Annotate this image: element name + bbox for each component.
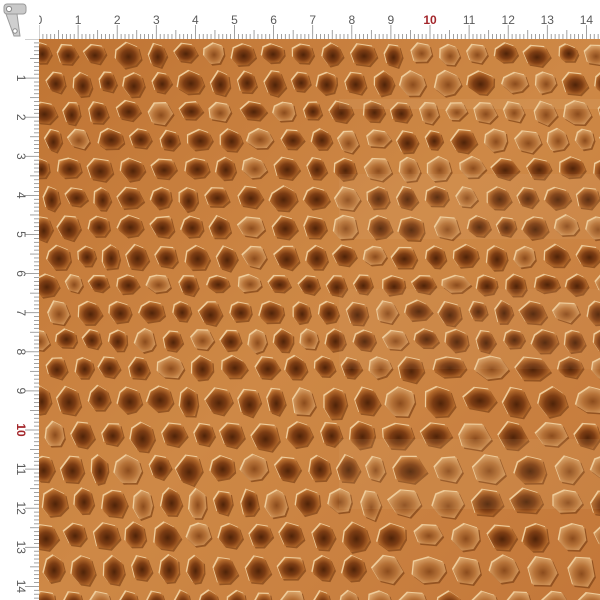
top-ruler-label: 13 [541, 13, 555, 27]
left-ruler-label: 1 [14, 75, 28, 82]
top-ruler-label: 6 [270, 13, 277, 27]
top-ruler-label: 1 [75, 13, 82, 27]
top-ruler-label: 10 [423, 13, 437, 27]
left-ruler-label: 2 [14, 114, 28, 121]
left-ruler-label: 12 [14, 502, 28, 516]
left-ruler-label: 6 [14, 270, 28, 277]
left-ruler-label: 10 [14, 423, 28, 437]
top-ruler-label: 8 [348, 13, 355, 27]
left-ruler-label: 3 [14, 153, 28, 160]
measuring-tape-hook-icon [0, 0, 39, 39]
top-ruler-label: 12 [502, 13, 516, 27]
top-ruler-label: 14 [580, 13, 594, 27]
fabric-swatch-viewer: 0 1 2 3 4 5 6 7 8 9 10 11 12 13 14 1 2 3 4 5 6 7 8 9 10 11 12 13 14 [0, 0, 600, 600]
leather-shading-bands [39, 39, 600, 600]
left-ruler-label: 9 [14, 388, 28, 395]
fabric-swatch-image [39, 39, 600, 600]
top-ruler-label: 7 [309, 13, 316, 27]
ruler-corner [0, 0, 39, 39]
left-ruler-label: 7 [14, 309, 28, 316]
top-ruler-label: 4 [192, 13, 199, 27]
left-measuring-ruler: 1234567891011121314 [0, 0, 39, 600]
top-ruler-label: 5 [231, 13, 238, 27]
left-ruler-label: 8 [14, 348, 28, 355]
top-ruler-label: 9 [388, 13, 395, 27]
top-ruler-label: 11 [463, 13, 476, 27]
left-ruler-label: 5 [14, 231, 28, 238]
crocodile-texture-pattern [39, 39, 600, 600]
left-ruler-label: 11 [14, 463, 28, 476]
top-ruler-label: 2 [114, 13, 121, 27]
left-ruler-label: 13 [14, 541, 28, 555]
top-ruler-label: 3 [153, 13, 160, 27]
top-measuring-ruler: 0 1 2 3 4 5 6 7 8 9 10 11 12 13 14 [0, 0, 600, 39]
left-ruler-label: 4 [14, 192, 28, 199]
left-ruler-label: 14 [14, 580, 28, 594]
